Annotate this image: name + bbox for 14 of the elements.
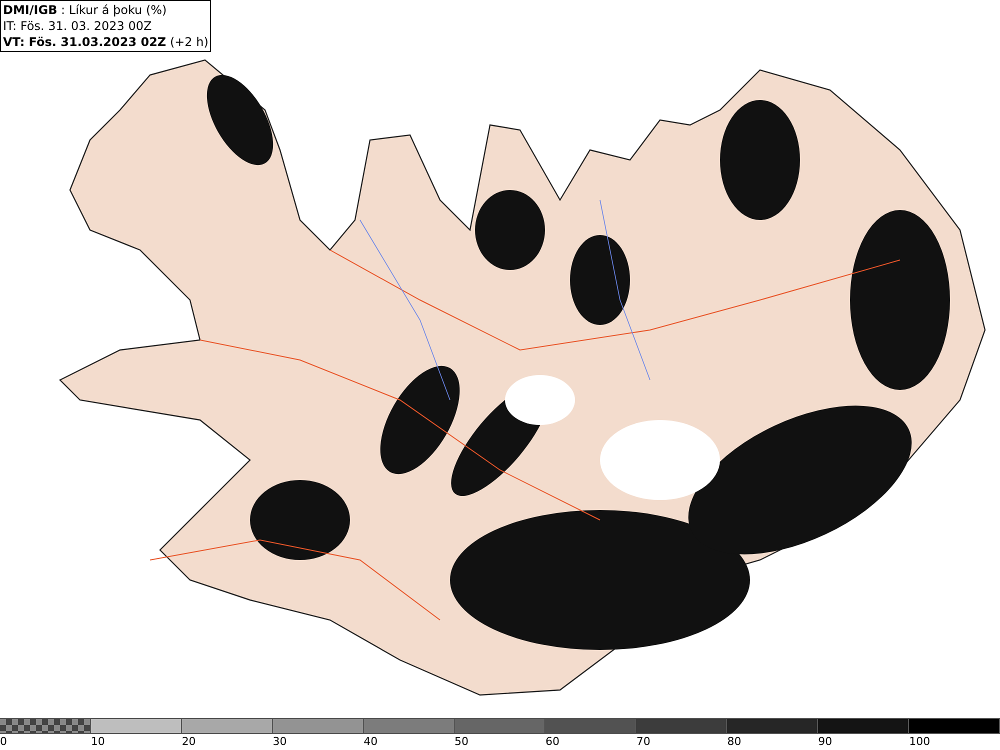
map-caption: VT: Fös. 31.03.2023 02Z (+2 h)	[3, 34, 208, 50]
legend-label: 20	[182, 735, 196, 748]
legend-label: 80	[727, 735, 742, 748]
legend-label: 50	[454, 735, 469, 748]
legend-label: 100	[909, 735, 930, 748]
map-caption: DMI/IGB : Líkur á þoku (%)	[3, 2, 168, 18]
map-caption: IT: Fös. 31. 03. 2023 00Z	[3, 18, 153, 34]
legend-label: 40	[364, 735, 378, 748]
legend-label: 10	[90, 735, 105, 748]
legend-label: 90	[818, 735, 832, 748]
legend-label: 70	[636, 735, 650, 748]
legend-label: 30	[272, 735, 287, 748]
legend-label: 60	[545, 735, 560, 748]
legend-label: 0	[0, 735, 7, 748]
